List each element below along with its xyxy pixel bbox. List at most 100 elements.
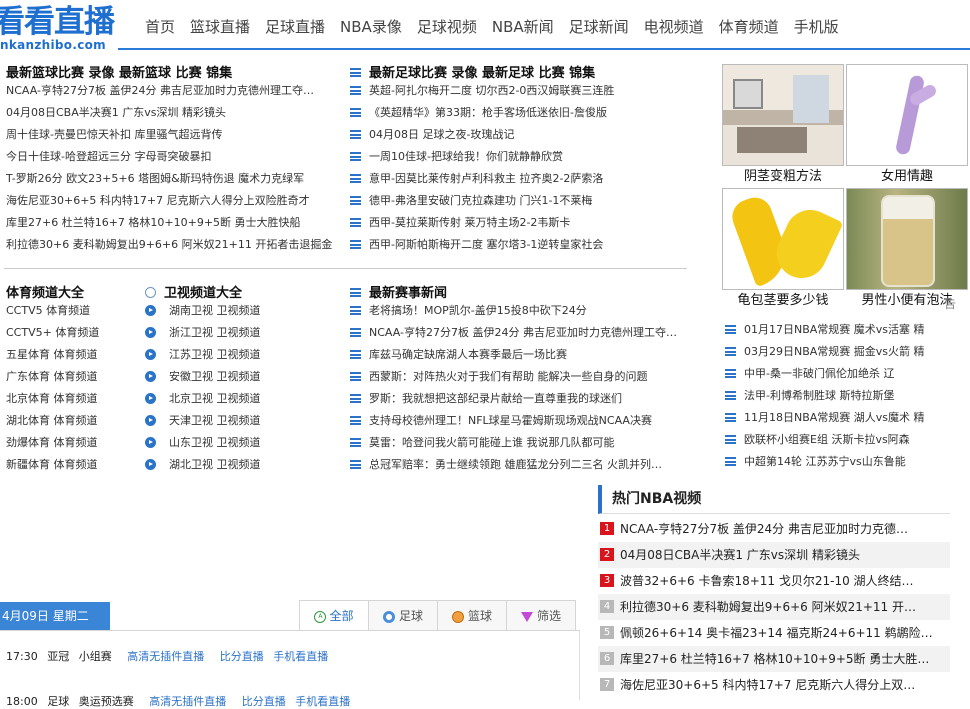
news-title[interactable]: 最新赛事新闻 — [350, 282, 447, 301]
list-item[interactable]: 1 NCAA-亨特27分7板 盖伊24分 弗吉尼亚加时力克德… — [598, 516, 950, 542]
list-item[interactable]: 4 利拉德30+6 麦科勒姆复出9+6+6 阿米奴21+11 开… — [598, 594, 950, 620]
list-item[interactable]: T-罗斯26分 欧文23+5+6 塔图姆&斯玛特伤退 魔术力克绿军 — [6, 168, 338, 190]
list-item[interactable]: 湖北体育 体育频道 — [6, 410, 136, 432]
list-icon — [350, 217, 361, 227]
play-icon — [145, 414, 156, 426]
logo-domain: nkanzhibo.com — [0, 38, 106, 52]
list-item[interactable]: 湖南卫视 卫视频道 — [145, 300, 335, 322]
list-item[interactable]: 6 库里27+6 杜兰特16+7 格林10+10+9+5断 勇士大胜… — [598, 646, 950, 672]
list-icon — [350, 239, 361, 249]
nav-home[interactable]: 首页 — [145, 16, 175, 37]
list-icon — [350, 288, 361, 297]
list-item[interactable]: 库兹马确定缺席湖人本赛季最后一场比赛 — [350, 344, 695, 366]
tab-all[interactable]: A 全部 — [299, 600, 369, 631]
list-item[interactable]: 北京体育 体育频道 — [6, 388, 136, 410]
mobile-link[interactable]: 手机看直播 — [273, 650, 328, 663]
list-icon — [725, 324, 736, 334]
match-teams: 奥运预选赛 — [78, 695, 134, 708]
list-item[interactable]: 总冠军赔率：勇士继续领跑 雄鹿猛龙分列二三名 火凯并列… — [350, 454, 695, 476]
list-item[interactable]: 罗斯：我就想把这部纪录片献给一直尊重我的球迷们 — [350, 388, 695, 410]
tab-basketball[interactable]: 篮球 — [437, 600, 507, 631]
list-item[interactable]: 湖北卫视 卫视频道 — [145, 454, 335, 476]
list-item[interactable]: NCAA-亨特27分7板 盖伊24分 弗吉尼亚加时力克德州理工夺… — [6, 80, 338, 102]
list-item[interactable]: CCTV5 体育频道 — [6, 300, 136, 322]
live-link[interactable]: 高清无插件直播 — [127, 650, 204, 663]
score-link[interactable]: 比分直播 — [242, 695, 286, 708]
list-item[interactable]: 中超第14轮 江苏苏宁vs山东鲁能 — [725, 451, 945, 473]
tab-football[interactable]: 足球 — [368, 600, 438, 631]
list-item[interactable]: 浙江卫视 卫视频道 — [145, 322, 335, 344]
list-item[interactable]: 3 波普32+6+6 卡鲁索18+11 戈贝尔21-10 湖人终结… — [598, 568, 950, 594]
list-item[interactable]: NCAA-亨特27分7板 盖伊24分 弗吉尼亚加时力克德州理工夺… — [350, 322, 695, 344]
list-item[interactable]: 《英超精华》第33期：枪手客场低迷依旧-詹俊版 — [350, 102, 690, 124]
hot-nba-list: 1 NCAA-亨特27分7板 盖伊24分 弗吉尼亚加时力克德… 2 04月08日CB… — [598, 516, 950, 698]
tv-channels-title[interactable]: 卫视频道大全 — [145, 282, 242, 301]
list-item[interactable]: 库里27+6 杜兰特16+7 格林10+10+9+5断 勇士大胜快船 — [6, 212, 338, 234]
play-icon — [145, 348, 156, 360]
list-item[interactable]: 利拉德30+6 麦科勒姆复出9+6+6 阿米奴21+11 开拓者击退掘金 — [6, 234, 338, 256]
list-item[interactable]: 安徽卫视 卫视频道 — [145, 366, 335, 388]
nav-nba-replay[interactable]: NBA录像 — [340, 16, 402, 37]
hot-nba-title[interactable]: 热门NBA视频 — [598, 485, 950, 514]
list-item[interactable]: 04月08日 足球之夜-玫瑰战记 — [350, 124, 690, 146]
basketball-icon — [451, 610, 464, 623]
list-item[interactable]: 江苏卫视 卫视频道 — [145, 344, 335, 366]
right-video-list: 01月17日NBA常规赛 魔术vs活塞 精 03月29日NBA常规赛 掘金vs火… — [725, 319, 945, 473]
list-item[interactable]: 五星体育 体育频道 — [6, 344, 136, 366]
nav-nba-news[interactable]: NBA新闻 — [492, 16, 554, 37]
list-item[interactable]: 法甲-利博希制胜球 斯特拉斯堡 — [725, 385, 945, 407]
mobile-link[interactable]: 手机看直播 — [295, 695, 350, 708]
live-link[interactable]: 高清无插件直播 — [149, 695, 226, 708]
list-item[interactable]: 山东卫视 卫视频道 — [145, 432, 335, 454]
list-item[interactable]: 欧联杯小组赛E组 沃斯卡拉vs阿森 — [725, 429, 945, 451]
nav-football-news[interactable]: 足球新闻 — [569, 16, 629, 37]
rank-badge: 1 — [600, 522, 614, 535]
list-item[interactable]: 英超-阿扎尔梅开二度 切尔西2-0西汉姆联赛三连胜 — [350, 80, 690, 102]
list-item[interactable]: 支持母校德州理工！NFL球星马霍姆斯现场观战NCAA决赛 — [350, 410, 695, 432]
rank-badge: 7 — [600, 678, 614, 691]
sports-channels-title[interactable]: 体育频道大全 — [6, 282, 84, 301]
list-item[interactable]: 西甲-莫拉莱斯传射 莱万特主场2-2韦斯卡 — [350, 212, 690, 234]
ad-tile[interactable]: 龟包茎要多少钱 — [722, 188, 844, 312]
nav-mobile[interactable]: 手机版 — [794, 16, 839, 37]
nav-basketball-live[interactable]: 篮球直播 — [190, 16, 250, 37]
list-item[interactable]: 周十佳球-壳曼巴惊天补扣 库里骚气超远背传 — [6, 124, 338, 146]
list-item[interactable]: 11月18日NBA常规赛 湖人vs魔术 精 — [725, 407, 945, 429]
list-item[interactable]: 7 海佐尼亚30+6+5 科内特17+7 尼克斯六人得分上双… — [598, 672, 950, 698]
list-item[interactable]: 老将搞场！MOP凯尔-盖伊15投8中砍下24分 — [350, 300, 695, 322]
nav-sports-channels[interactable]: 体育频道 — [719, 16, 779, 37]
list-item[interactable]: 03月29日NBA常规赛 掘金vs火箭 精 — [725, 341, 945, 363]
sports-channels-list: CCTV5 体育频道 CCTV5+ 体育频道 五星体育 体育频道 广东体育 体育… — [6, 300, 136, 476]
list-item[interactable]: 2 04月08日CBA半决赛1 广东vs深圳 精彩镜头 — [598, 542, 950, 568]
nav-football-video[interactable]: 足球视频 — [417, 16, 477, 37]
football-section-title[interactable]: 最新足球比赛 录像 最新足球 比赛 锦集 — [350, 62, 595, 81]
list-item[interactable]: 北京卫视 卫视频道 — [145, 388, 335, 410]
list-item[interactable]: 意甲-因莫比莱传射卢利科救主 拉齐奥2-2萨索洛 — [350, 168, 690, 190]
nav-football-live[interactable]: 足球直播 — [265, 16, 325, 37]
list-icon — [350, 173, 361, 183]
basketball-section-title[interactable]: 最新篮球比赛 录像 最新篮球 比赛 锦集 — [6, 62, 232, 81]
list-item[interactable]: 德甲-弗洛里安破门克拉森建功 门兴1-1不莱梅 — [350, 190, 690, 212]
list-item[interactable]: 劲爆体育 体育频道 — [6, 432, 136, 454]
list-item[interactable]: 一周10佳球-把球给我！你们就静静欣赏 — [350, 146, 690, 168]
list-item[interactable]: 西甲-阿斯帕斯梅开二度 塞尔塔3-1逆转皇家社会 — [350, 234, 690, 256]
list-item[interactable]: CCTV5+ 体育频道 — [6, 322, 136, 344]
list-item[interactable]: 今日十佳球-哈登超远三分 字母哥突破暴扣 — [6, 146, 338, 168]
nav-tv-channels[interactable]: 电视频道 — [644, 16, 704, 37]
schedule-date-tab[interactable]: 4月09日 星期二 — [0, 602, 110, 630]
list-item[interactable]: 广东体育 体育频道 — [6, 366, 136, 388]
ad-tile[interactable]: 阴茎变粗方法 — [722, 64, 844, 188]
list-item[interactable]: 5 佩顿26+6+14 奥卡福23+14 福克斯24+6+11 鹈鹕险… — [598, 620, 950, 646]
list-item[interactable]: 莫雷：哈登问我火箭可能碰上谁 我说那几队都可能 — [350, 432, 695, 454]
tab-filter[interactable]: 筛选 — [506, 600, 576, 631]
list-item[interactable]: 海佐尼亚30+6+5 科内特17+7 尼克斯六人得分上双险胜奇才 — [6, 190, 338, 212]
ad-tile[interactable]: 女用情趣 — [846, 64, 968, 188]
list-item[interactable]: 西蒙斯：对阵热火对于我们有帮助 能解决一些自身的问题 — [350, 366, 695, 388]
ad-tile[interactable]: 男性小便有泡沫 — [846, 188, 968, 312]
list-item[interactable]: 中甲-桑一非破门佩伦加绝杀 辽 — [725, 363, 945, 385]
list-item[interactable]: 01月17日NBA常规赛 魔术vs活塞 精 — [725, 319, 945, 341]
score-link[interactable]: 比分直播 — [220, 650, 264, 663]
list-item[interactable]: 天津卫视 卫视频道 — [145, 410, 335, 432]
list-item[interactable]: 04月08日CBA半决赛1 广东vs深圳 精彩镜头 — [6, 102, 338, 124]
list-item[interactable]: 新疆体育 体育频道 — [6, 454, 136, 476]
